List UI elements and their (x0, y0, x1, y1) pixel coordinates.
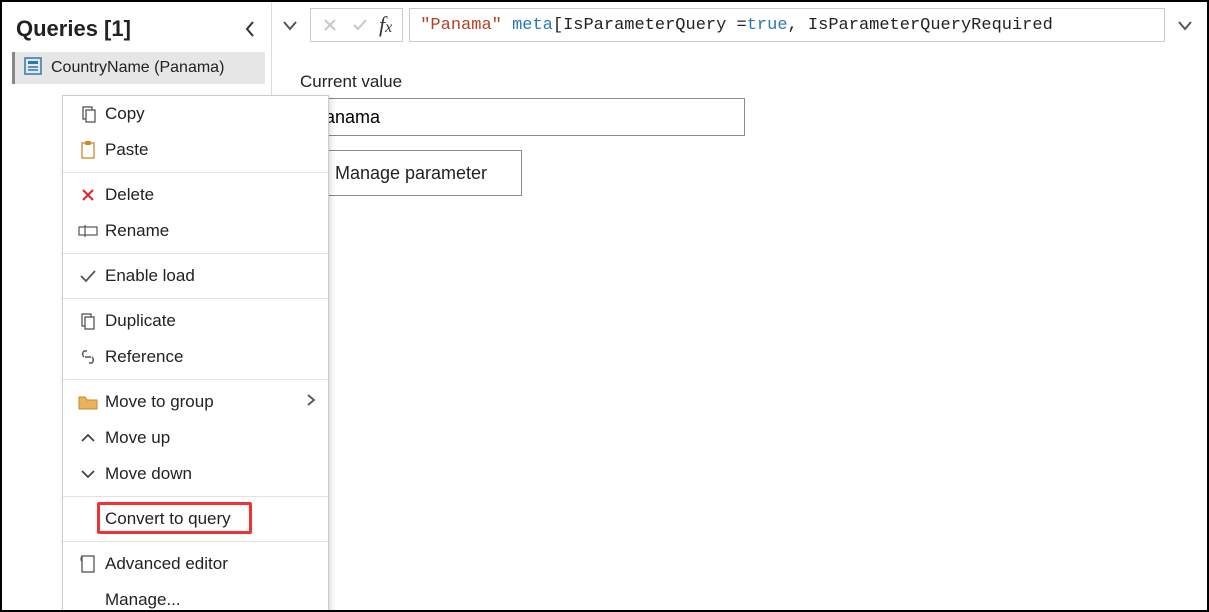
menu-item-advanced-editor[interactable]: Advanced editor (63, 546, 328, 582)
collapse-sidebar-button[interactable] (243, 20, 257, 38)
expand-formula-button[interactable] (1171, 10, 1199, 40)
menu-item-manage[interactable]: Manage... (63, 582, 328, 612)
formula-token-string: "Panama" (420, 16, 502, 35)
menu-divider (63, 298, 328, 299)
formula-dropdown-button[interactable] (276, 10, 304, 40)
menu-label: Advanced editor (105, 554, 228, 574)
editor-icon (75, 554, 101, 574)
duplicate-icon (75, 312, 101, 330)
menu-divider (63, 541, 328, 542)
menu-item-move-down[interactable]: Move down (63, 456, 328, 492)
parameter-form: Current value Manage parameter (272, 48, 1207, 196)
delete-icon (75, 187, 101, 203)
menu-label: Delete (105, 185, 154, 205)
menu-item-convert-to-query[interactable]: Convert to query (63, 501, 328, 537)
cancel-formula-button[interactable] (315, 10, 345, 40)
current-value-input[interactable] (300, 98, 745, 136)
app-window: Queries [1] CountryName (Panama) (0, 0, 1209, 612)
formula-actions: fx (310, 8, 403, 42)
menu-label: Manage... (105, 590, 181, 610)
menu-item-move-up[interactable]: Move up (63, 420, 328, 456)
formula-token: [IsParameterQuery = (553, 16, 747, 35)
chevron-right-icon (306, 392, 316, 412)
formula-input[interactable]: "Panama" meta [IsParameterQuery = true ,… (409, 8, 1165, 42)
commit-formula-button[interactable] (345, 10, 375, 40)
formula-token: , IsParameterQueryRequired (788, 16, 1053, 35)
menu-label: Enable load (105, 266, 195, 286)
formula-token-keyword: meta (512, 16, 553, 35)
copy-icon (75, 105, 101, 123)
check-icon (75, 268, 101, 284)
formula-token-true: true (747, 16, 788, 35)
menu-item-move-to-group[interactable]: Move to group (63, 384, 328, 420)
menu-item-delete[interactable]: Delete (63, 177, 328, 213)
queries-title: Queries [1] (16, 16, 131, 42)
menu-label: Move to group (105, 392, 214, 412)
manage-parameter-button[interactable]: Manage parameter (300, 150, 522, 196)
chevron-up-icon (75, 432, 101, 444)
menu-item-enable-load[interactable]: Enable load (63, 258, 328, 294)
menu-item-reference[interactable]: Reference (63, 339, 328, 375)
menu-label: Move down (105, 464, 192, 484)
rename-icon (75, 223, 101, 239)
current-value-label: Current value (300, 72, 1207, 92)
menu-item-rename[interactable]: Rename (63, 213, 328, 249)
paste-icon (75, 140, 101, 160)
menu-label: Reference (105, 347, 183, 367)
menu-item-copy[interactable]: Copy (63, 96, 328, 132)
context-menu: Copy Paste Delete Rename Enable lo (62, 95, 329, 612)
menu-divider (63, 496, 328, 497)
query-item-label: CountryName (Panama) (51, 59, 224, 77)
menu-label: Convert to query (105, 509, 231, 529)
formula-bar: fx "Panama" meta [IsParameterQuery = tru… (272, 2, 1207, 48)
menu-divider (63, 379, 328, 380)
parameter-icon (23, 56, 43, 81)
menu-item-duplicate[interactable]: Duplicate (63, 303, 328, 339)
manage-parameter-label: Manage parameter (335, 163, 487, 184)
menu-divider (63, 172, 328, 173)
fx-icon: fx (375, 12, 398, 38)
reference-icon (75, 350, 101, 364)
menu-label: Duplicate (105, 311, 176, 331)
folder-icon (75, 394, 101, 410)
chevron-down-icon (75, 468, 101, 480)
menu-label: Paste (105, 140, 148, 160)
menu-label: Move up (105, 428, 170, 448)
menu-divider (63, 253, 328, 254)
menu-label: Copy (105, 104, 145, 124)
menu-label: Rename (105, 221, 169, 241)
main-area: fx "Panama" meta [IsParameterQuery = tru… (272, 2, 1207, 610)
query-item-countryname[interactable]: CountryName (Panama) (12, 52, 265, 84)
menu-item-paste[interactable]: Paste (63, 132, 328, 168)
queries-header: Queries [1] (12, 12, 265, 52)
